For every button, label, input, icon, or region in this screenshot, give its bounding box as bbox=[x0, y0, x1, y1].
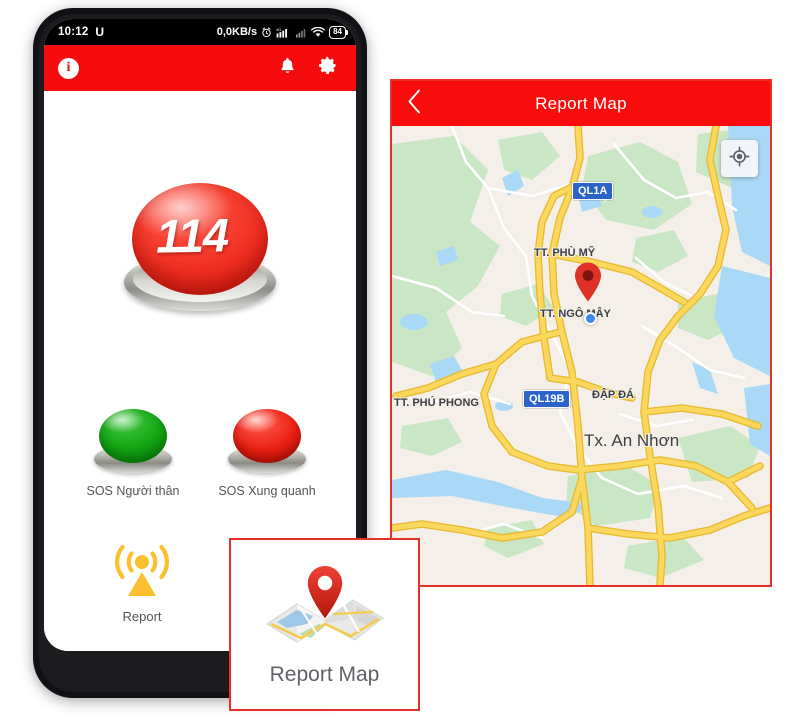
emergency-call-114-button[interactable]: 114 bbox=[124, 183, 276, 311]
broadcast-tower-icon bbox=[111, 543, 173, 606]
signal-4g-icon: 4G bbox=[276, 27, 291, 38]
status-bar: 10:12 U 0,0KB/s 4G 84 bbox=[44, 19, 356, 45]
road-shield: QL1A bbox=[572, 182, 614, 200]
status-bar-network-speed: 0,0KB/s bbox=[216, 26, 258, 38]
chevron-left-icon[interactable] bbox=[406, 88, 423, 119]
sos-relatives-button-graphic bbox=[94, 409, 172, 473]
road-shield: QL19B bbox=[523, 390, 571, 408]
bell-icon[interactable] bbox=[278, 56, 297, 80]
emergency-number-label: 114 bbox=[155, 207, 229, 263]
map-place-label: TT. PHÙ MỸ bbox=[534, 247, 596, 259]
button-dome bbox=[99, 409, 167, 463]
page-title: Report Map bbox=[535, 93, 627, 113]
status-bar-indicators: 0,0KB/s 4G 84 bbox=[216, 25, 348, 39]
gear-icon[interactable] bbox=[317, 55, 338, 81]
status-bar-time: 10:12 bbox=[58, 26, 89, 38]
report-map-header: Report Map bbox=[392, 81, 770, 126]
report-map-card-label: Report Map bbox=[269, 663, 380, 686]
locate-me-button[interactable] bbox=[721, 140, 758, 177]
map-place-label: ĐẬP ĐÁ bbox=[592, 389, 634, 401]
user-location-dot bbox=[584, 312, 597, 325]
map-pin-icon[interactable] bbox=[573, 261, 603, 308]
sos-relatives-button[interactable]: SOS Người thân bbox=[73, 409, 193, 498]
map-place-label: TT. PHÚ PHONG bbox=[394, 397, 479, 409]
sos-nearby-button-graphic bbox=[228, 409, 306, 473]
report-map-card[interactable]: Report Map bbox=[229, 538, 420, 711]
sos-relatives-label: SOS Người thân bbox=[86, 484, 180, 498]
sos-nearby-label: SOS Xung quanh bbox=[218, 484, 316, 498]
signal-bars-icon bbox=[295, 27, 307, 38]
app-bar: i bbox=[44, 45, 356, 91]
button-dome bbox=[233, 409, 301, 463]
alarm-icon bbox=[261, 26, 272, 38]
my-location-crosshair-icon bbox=[729, 145, 750, 172]
report-button[interactable]: Report bbox=[96, 543, 188, 624]
wifi-icon bbox=[311, 26, 326, 38]
map-place-label: Tx. An Nhơn bbox=[584, 431, 680, 450]
battery-indicator: 84 bbox=[329, 25, 348, 39]
info-icon[interactable]: i bbox=[58, 57, 79, 79]
app-bar-actions bbox=[278, 55, 338, 81]
report-map-panel: Report Map TT. PHÙ MỸ TT. NGÔ MÂY TT. PH… bbox=[390, 79, 772, 587]
report-label: Report bbox=[122, 609, 162, 624]
status-bar-carrier-glyph: U bbox=[95, 25, 105, 39]
sos-nearby-button[interactable]: SOS Xung quanh bbox=[207, 409, 327, 498]
folded-map-with-pin-icon bbox=[263, 562, 387, 653]
map-canvas[interactable]: TT. PHÙ MỸ TT. NGÔ MÂY TT. PHÚ PHONG ĐẬP… bbox=[392, 126, 770, 585]
svg-text:4G: 4G bbox=[276, 28, 281, 32]
map-place-label: TT. NGÔ MÂY bbox=[540, 308, 611, 320]
sos-button-row: SOS Người thân SOS Xung quanh bbox=[44, 409, 356, 498]
